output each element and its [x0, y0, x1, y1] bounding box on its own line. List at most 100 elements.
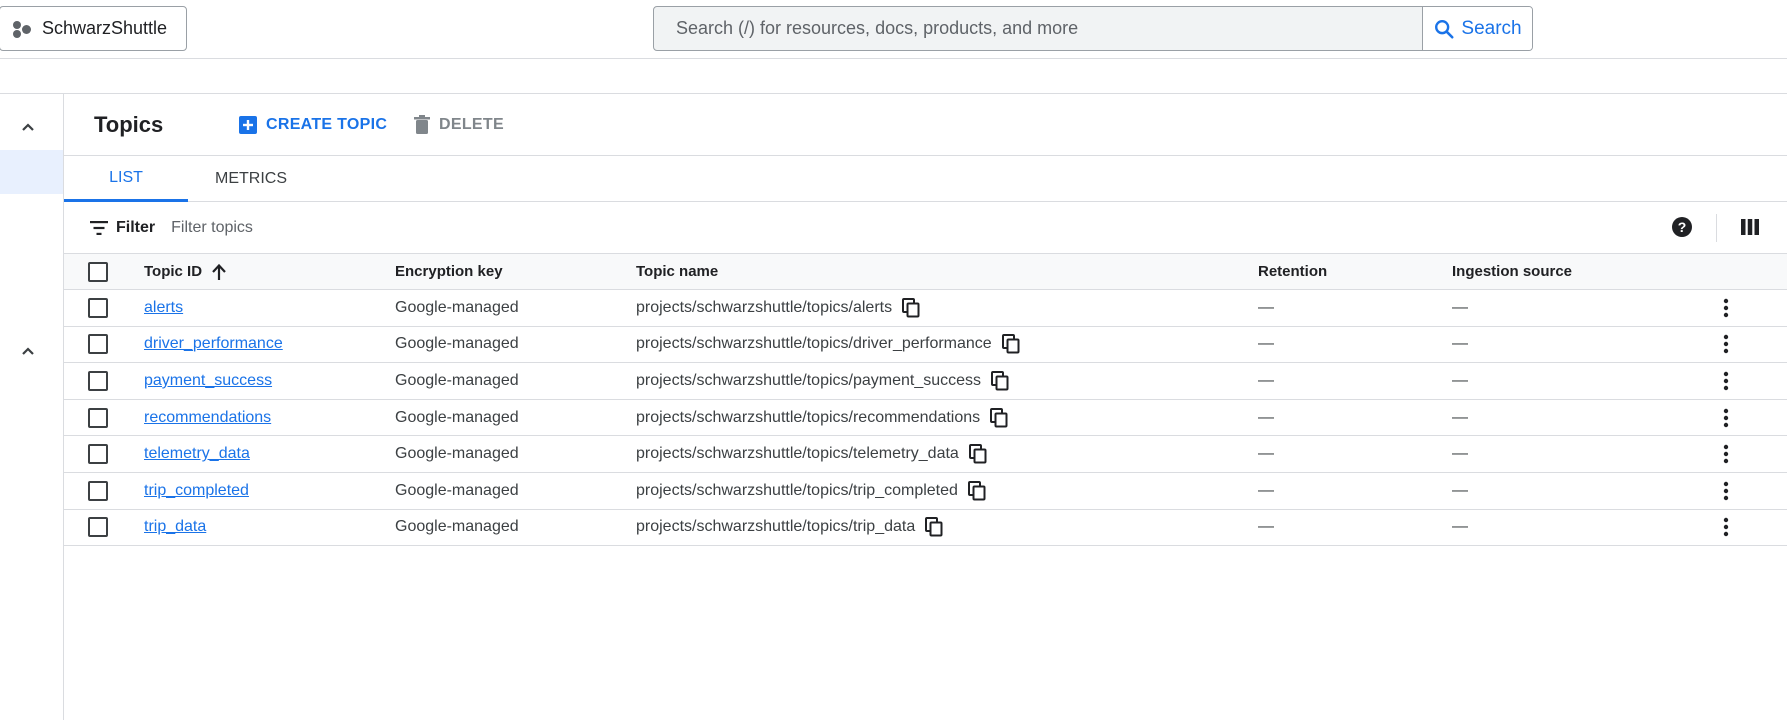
more-vert-icon[interactable] — [1714, 442, 1738, 466]
topic-name: projects/schwarzshuttle/topics/telemetry… — [636, 445, 959, 463]
tab-list[interactable]: LIST — [64, 156, 188, 202]
project-dots-icon — [12, 19, 32, 39]
table-row: driver_performance Google-managed projects… — [64, 327, 1787, 364]
row-checkbox[interactable] — [88, 444, 108, 465]
project-name: SchwarzShuttle — [42, 18, 168, 38]
table-row: payment_success Google-managed projects/sc… — [64, 363, 1787, 400]
create-topic-label: CREATE TOPIC — [266, 115, 388, 133]
more-vert-icon[interactable] — [1714, 479, 1738, 503]
top-bar: SchwarzShuttle Search — [0, 0, 1787, 59]
row-checkbox[interactable] — [88, 517, 108, 538]
table-row: trip_data Google-managed projects/schwarzs… — [64, 510, 1787, 547]
ingestion-source-value: — — [1452, 518, 1468, 536]
copy-icon[interactable] — [1001, 334, 1020, 354]
retention-value: — — [1258, 481, 1274, 499]
filter-input[interactable] — [171, 218, 772, 237]
topic-id-link[interactable]: trip_completed — [144, 482, 249, 500]
row-checkbox[interactable] — [88, 407, 108, 428]
create-topic-button[interactable]: CREATE TOPIC — [238, 115, 387, 135]
chevron-up-icon[interactable] — [17, 116, 39, 138]
filter-label: Filter — [116, 218, 156, 236]
topic-name: projects/schwarzshuttle/topics/alerts — [636, 298, 893, 316]
more-vert-icon[interactable] — [1714, 369, 1738, 393]
search-icon — [1435, 19, 1454, 39]
table-row: alerts Google-managed projects/schwarzshut… — [64, 290, 1787, 327]
copy-icon[interactable] — [968, 444, 987, 464]
encryption-key: Google-managed — [395, 335, 519, 353]
ingestion-source-value: — — [1452, 371, 1468, 389]
table-row: trip_completed Google-managed projects/sch… — [64, 473, 1787, 510]
project-picker[interactable]: SchwarzShuttle — [0, 6, 187, 51]
search-button[interactable]: Search — [1422, 7, 1532, 50]
copy-icon[interactable] — [991, 370, 1009, 391]
page-title: Topics — [94, 111, 164, 137]
delete-label: DELETE — [439, 115, 504, 133]
page-header: Topics CREATE TOPIC DELETE — [64, 94, 1787, 156]
column-header-ingestion-source: Ingestion source — [1452, 263, 1573, 280]
copy-icon[interactable] — [902, 297, 920, 318]
tab-bar: LIST METRICS — [64, 156, 1787, 202]
svg-text:?: ? — [1678, 219, 1687, 235]
delete-button[interactable]: DELETE — [413, 114, 504, 135]
retention-value: — — [1258, 408, 1274, 426]
arrow-up-icon[interactable] — [210, 263, 228, 281]
retention-value: — — [1258, 335, 1274, 353]
search-button-label: Search — [1461, 17, 1522, 39]
encryption-key: Google-managed — [395, 408, 519, 426]
more-vert-icon[interactable] — [1714, 332, 1738, 356]
row-checkbox[interactable] — [88, 370, 108, 391]
table-body: alerts Google-managed projects/schwarzshut… — [64, 290, 1787, 547]
ingestion-source-value: — — [1452, 481, 1468, 499]
topic-name: projects/schwarzshuttle/topics/trip_data — [636, 518, 916, 536]
topic-id-link[interactable]: recommendations — [144, 409, 271, 427]
filter-button[interactable]: Filter — [90, 219, 155, 237]
topic-id-link[interactable]: driver_performance — [144, 335, 283, 353]
chevron-up-icon[interactable] — [17, 340, 39, 362]
column-header-topic-id[interactable]: Topic ID — [144, 254, 228, 289]
encryption-key: Google-managed — [395, 298, 519, 316]
retention-value: — — [1258, 371, 1274, 389]
help-icon[interactable]: ? — [1671, 216, 1693, 238]
topic-id-link[interactable]: alerts — [144, 299, 183, 317]
retention-value: — — [1258, 445, 1274, 463]
more-vert-icon[interactable] — [1714, 515, 1738, 539]
topic-name: projects/schwarzshuttle/topics/recommend… — [636, 408, 981, 426]
row-checkbox[interactable] — [88, 334, 108, 355]
table-row: recommendations Google-managed projects/sc… — [64, 400, 1787, 437]
filter-icon — [90, 220, 108, 235]
ingestion-source-value: — — [1452, 298, 1468, 316]
topics-table: Topic ID Encryption key Topic name Reten… — [64, 254, 1787, 547]
rail-selected-item[interactable] — [0, 150, 63, 194]
topic-id-link[interactable]: trip_data — [144, 518, 206, 536]
topic-id-link[interactable]: telemetry_data — [144, 445, 250, 463]
column-header-retention: Retention — [1258, 263, 1328, 280]
topic-name: projects/schwarzshuttle/topics/driver_pe… — [636, 335, 992, 353]
column-label: Topic ID — [144, 263, 203, 280]
select-all-checkbox[interactable] — [88, 261, 108, 282]
sub-bar — [0, 59, 1787, 94]
add-box-icon — [239, 115, 257, 134]
row-checkbox[interactable] — [88, 480, 108, 501]
retention-value: — — [1258, 298, 1274, 316]
row-checkbox[interactable] — [88, 297, 108, 318]
column-header-encryption-key: Encryption key — [395, 263, 503, 280]
tab-metrics[interactable]: METRICS — [188, 156, 314, 202]
more-vert-icon[interactable] — [1714, 296, 1738, 320]
topic-id-link[interactable]: payment_success — [144, 372, 272, 390]
ingestion-source-value: — — [1452, 445, 1468, 463]
columns-icon[interactable] — [1740, 217, 1760, 237]
copy-icon[interactable] — [990, 407, 1008, 428]
table-row: telemetry_data Google-managed projects/sch… — [64, 436, 1787, 473]
search-input[interactable] — [654, 7, 1422, 50]
encryption-key: Google-managed — [395, 445, 519, 463]
search-box: Search — [653, 6, 1533, 51]
copy-icon[interactable] — [925, 517, 943, 537]
copy-icon[interactable] — [967, 480, 986, 501]
more-vert-icon[interactable] — [1714, 406, 1738, 430]
table-header: Topic ID Encryption key Topic name Reten… — [64, 254, 1787, 290]
filter-row: Filter ? — [64, 202, 1787, 254]
column-header-topic-name: Topic name — [636, 263, 719, 280]
ingestion-source-value: — — [1452, 335, 1468, 353]
topic-name: projects/schwarzshuttle/topics/payment_s… — [636, 371, 982, 389]
toolbar-divider — [1716, 214, 1717, 242]
